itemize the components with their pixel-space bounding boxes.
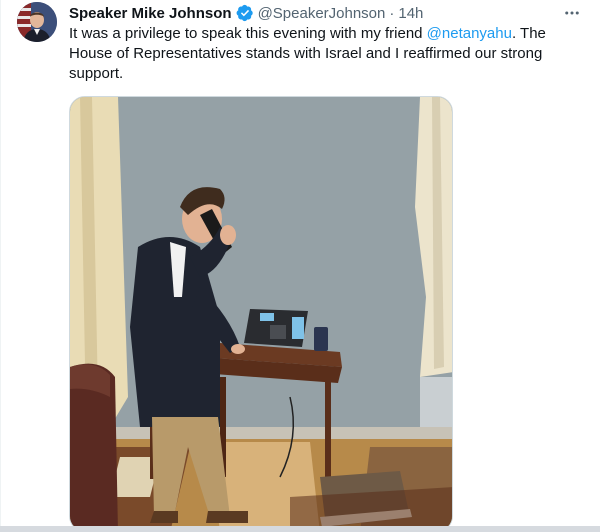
- more-horizontal-icon: [565, 11, 579, 15]
- separator-dot: ·: [389, 4, 395, 22]
- tweet[interactable]: Speaker Mike Johnson @SpeakerJohnson · 1…: [0, 0, 600, 532]
- tweet-text-before: It was a privilege to speak this evening…: [69, 25, 427, 42]
- bottom-scroll-edge: [0, 526, 600, 532]
- avatar-photo: [17, 2, 57, 42]
- tweet-timestamp[interactable]: 14h: [398, 5, 423, 22]
- more-options-button[interactable]: [560, 3, 584, 23]
- tweet-photo[interactable]: [69, 96, 453, 532]
- avatar[interactable]: [17, 2, 57, 42]
- photo-image: [70, 97, 452, 531]
- tweet-header: Speaker Mike Johnson @SpeakerJohnson · 1…: [69, 3, 423, 23]
- author-handle[interactable]: @SpeakerJohnson: [258, 5, 386, 22]
- tweet-text: It was a privilege to speak this evening…: [69, 24, 569, 84]
- author-name[interactable]: Speaker Mike Johnson: [69, 5, 232, 22]
- verified-badge-icon: [236, 4, 253, 22]
- mention-link[interactable]: @netanyahu: [427, 25, 512, 42]
